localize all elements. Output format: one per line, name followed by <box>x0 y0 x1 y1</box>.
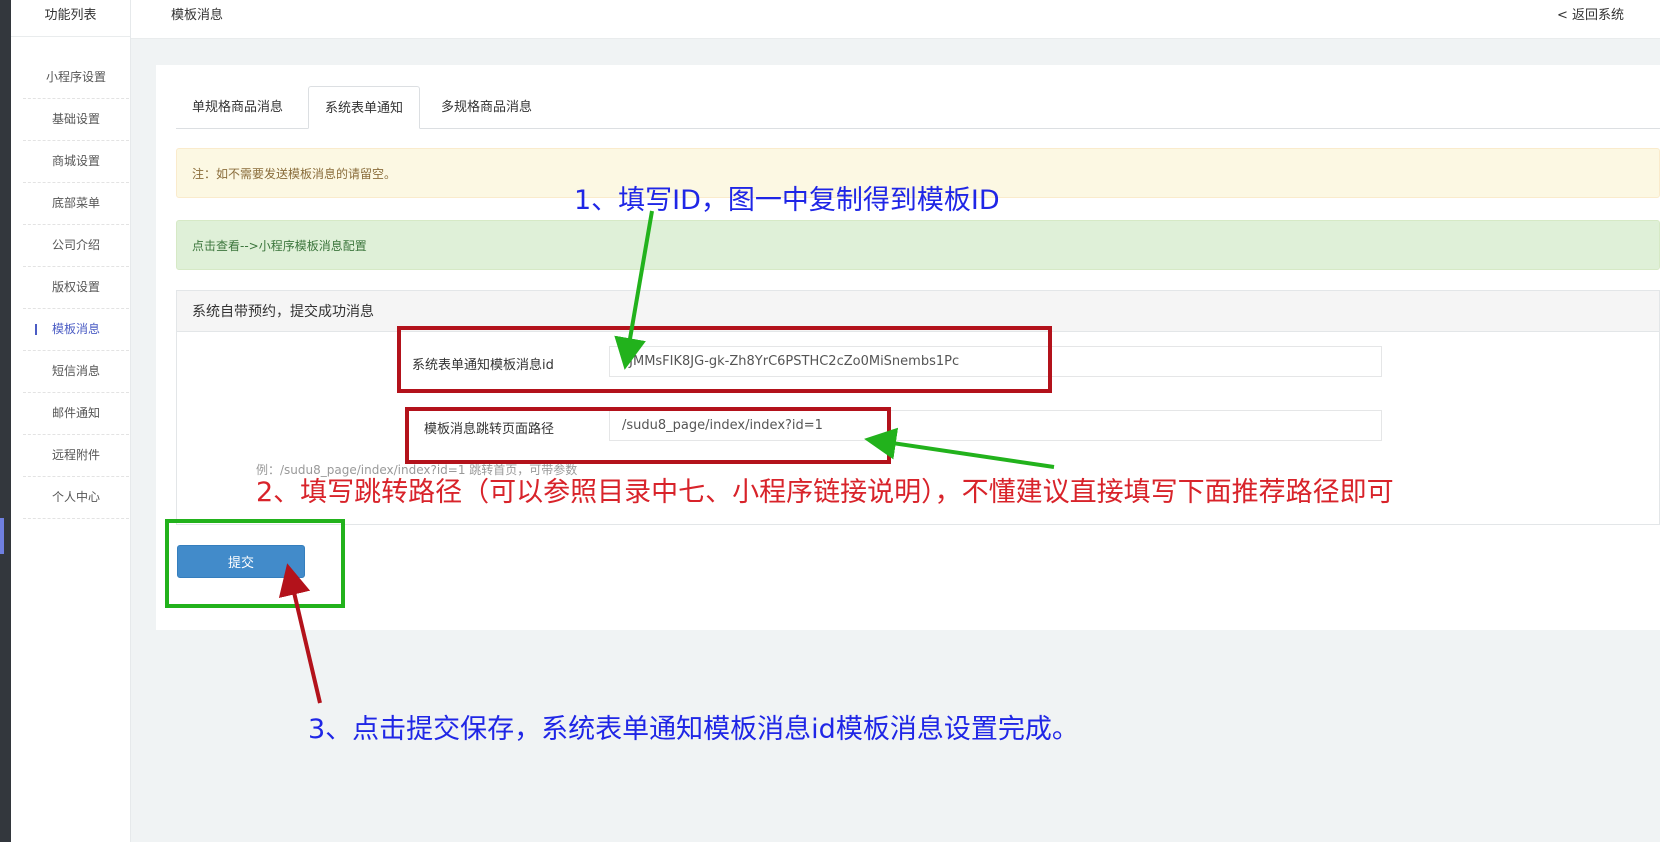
template-id-highlight-box <box>397 326 1052 393</box>
app-rail <box>0 0 11 842</box>
sidebar-item-remote-attachments[interactable]: 远程附件 <box>23 435 129 477</box>
back-to-system-link[interactable]: < 返回系统 <box>1557 0 1624 32</box>
function-sidebar: 功能列表 小程序设置 基础设置 商城设置 底部菜单 公司介绍 版权设置 模板消息… <box>11 0 131 842</box>
submit-highlight-box <box>165 519 345 608</box>
top-header: 模板消息 < 返回系统 <box>131 0 1660 39</box>
sidebar-item-company-intro[interactable]: 公司介绍 <box>23 225 129 267</box>
tab-system-form-notify[interactable]: 系统表单通知 <box>308 86 421 129</box>
sidebar-item-email-notify[interactable]: 邮件通知 <box>23 393 129 435</box>
sidebar-item-copyright-settings[interactable]: 版权设置 <box>23 267 129 309</box>
active-rail-indicator <box>0 518 4 554</box>
step3-annotation: 3、点击提交保存，系统表单通知模板消息id模板消息设置完成。 <box>308 714 1079 745</box>
sidebar-item-basic-settings[interactable]: 基础设置 <box>23 99 129 141</box>
sidebar-item-bottom-menu[interactable]: 底部菜单 <box>23 183 129 225</box>
template-config-link[interactable]: 点击查看-->小程序模板消息配置 <box>176 220 1660 270</box>
tab-multi-spec-product[interactable]: 多规格商品消息 <box>425 86 548 128</box>
sidebar-menu: 小程序设置 基础设置 商城设置 底部菜单 公司介绍 版权设置 模板消息 短信消息… <box>23 57 129 519</box>
jump-path-highlight-box <box>405 407 891 464</box>
sidebar-item-user-center[interactable]: 个人中心 <box>23 477 129 519</box>
sidebar-item-miniprogram-settings[interactable]: 小程序设置 <box>23 57 129 99</box>
sidebar-item-shop-settings[interactable]: 商城设置 <box>23 141 129 183</box>
step2-annotation: 2、填写跳转路径（可以参照目录中七、小程序链接说明），不懂建议直接填写下面推荐路… <box>256 477 1394 508</box>
step1-annotation: 1、填写ID，图一中复制得到模板ID <box>574 185 1000 216</box>
tab-single-spec-product[interactable]: 单规格商品消息 <box>176 86 299 128</box>
message-tabs: 单规格商品消息 系统表单通知 多规格商品消息 <box>176 86 1660 129</box>
sidebar-item-sms-messages[interactable]: 短信消息 <box>23 351 129 393</box>
sidebar-title: 功能列表 <box>11 0 130 37</box>
sidebar-item-template-messages[interactable]: 模板消息 <box>23 309 129 351</box>
page-title: 模板消息 <box>171 8 224 23</box>
